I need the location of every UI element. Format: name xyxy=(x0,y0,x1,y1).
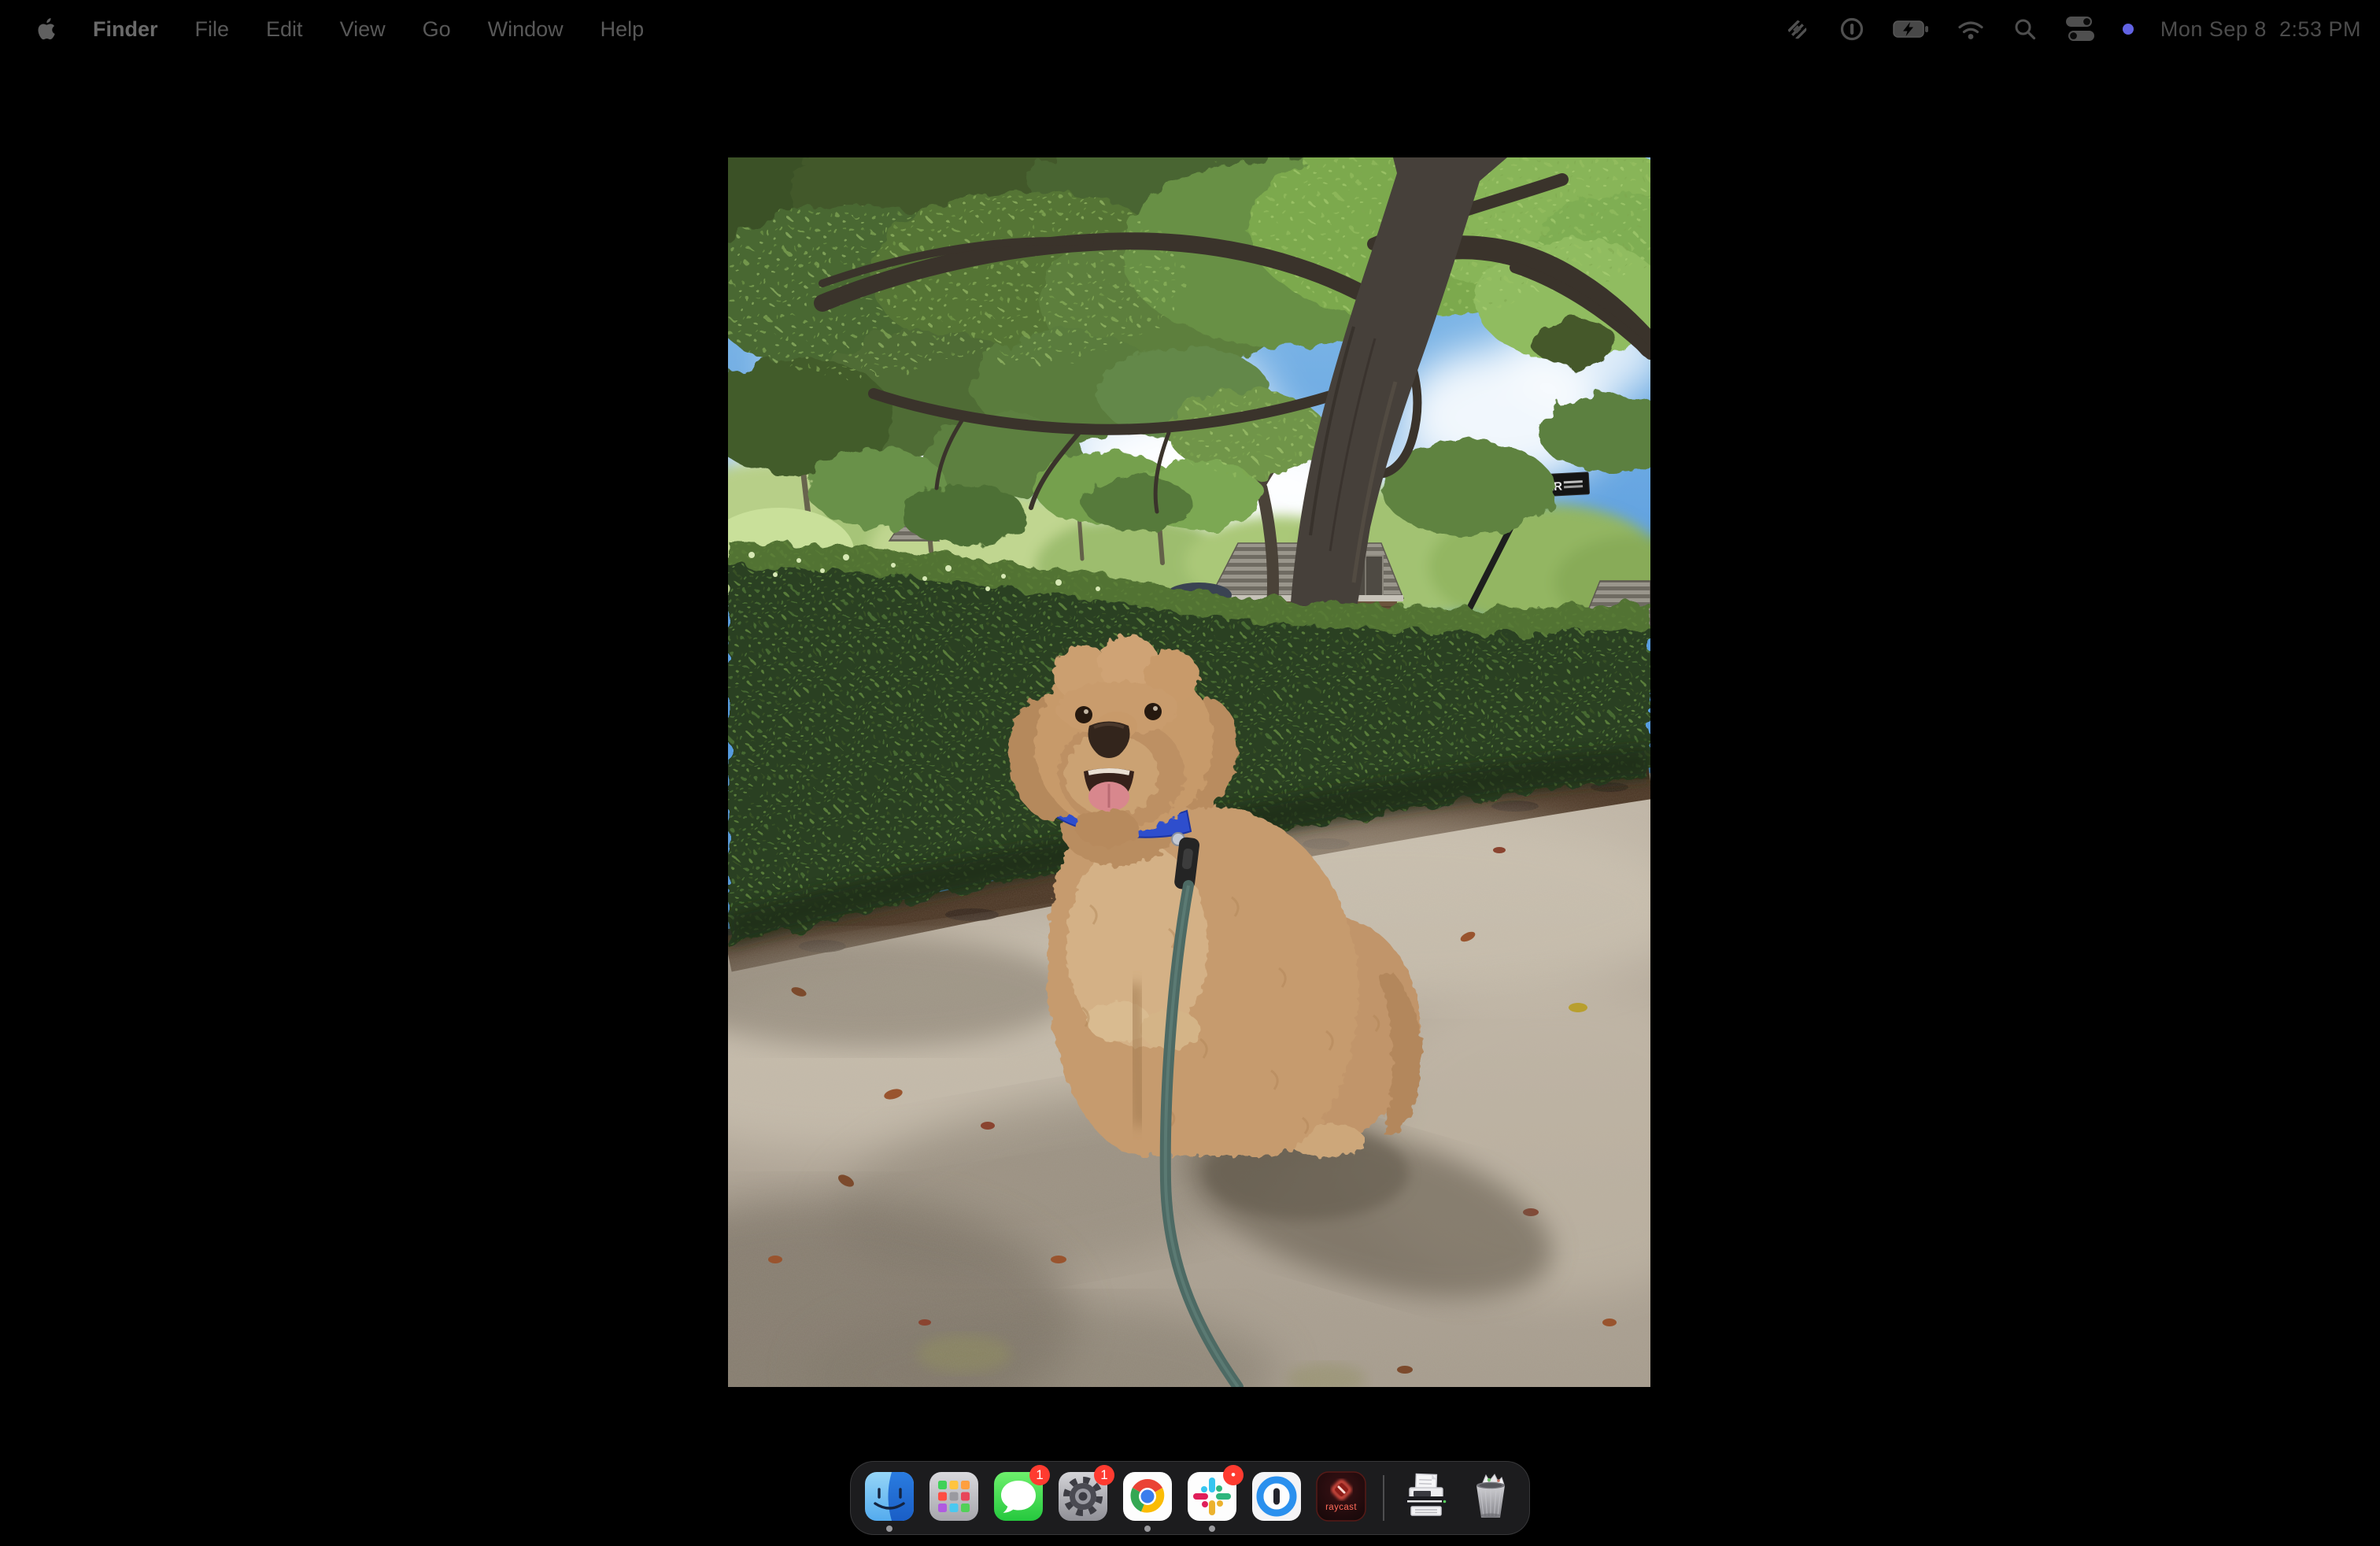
dock-separator xyxy=(1383,1475,1384,1521)
dock-slack-icon[interactable]: • xyxy=(1186,1462,1238,1536)
dock-launchpad-icon[interactable] xyxy=(928,1462,980,1536)
menu-edit[interactable]: Edit xyxy=(266,17,303,42)
menu-clock[interactable]: Mon Sep 8 2:53 PM xyxy=(2160,17,2361,42)
dock-messages-icon[interactable]: 1 xyxy=(992,1462,1044,1536)
messages-badge: 1 xyxy=(1029,1465,1050,1485)
dock-chrome-icon[interactable] xyxy=(1122,1462,1173,1536)
recording-indicator-dot[interactable] xyxy=(2123,24,2134,35)
menu-window[interactable]: Window xyxy=(488,17,564,42)
dock-1password-icon[interactable] xyxy=(1251,1462,1303,1536)
photo-preview: 10TH TER xyxy=(728,157,1650,1387)
menu-status-area: Mon Sep 8 2:53 PM xyxy=(1783,14,2361,44)
striped-capture-icon[interactable] xyxy=(1783,15,1811,43)
apple-menu-icon[interactable] xyxy=(35,15,58,43)
app-menus: Finder File Edit View Go Window Help xyxy=(93,17,644,42)
menu-go[interactable]: Go xyxy=(423,17,451,42)
battery-charging-icon[interactable] xyxy=(1893,16,1929,43)
menu-app-name[interactable]: Finder xyxy=(93,17,158,42)
dock-finder-icon[interactable] xyxy=(863,1462,915,1536)
one-password-menu-icon[interactable] xyxy=(1838,15,1866,43)
chrome-running-dot xyxy=(1144,1526,1151,1532)
dock-printer-icon[interactable] xyxy=(1400,1462,1452,1536)
desktop: Finder File Edit View Go Window Help xyxy=(0,0,2380,1546)
finder-running-dot xyxy=(886,1526,893,1532)
control-center-icon[interactable] xyxy=(2064,14,2096,44)
dock-raycast-icon[interactable]: raycast xyxy=(1315,1462,1367,1536)
menu-help[interactable]: Help xyxy=(601,17,645,42)
slack-badge: • xyxy=(1223,1465,1244,1485)
slack-running-dot xyxy=(1209,1526,1215,1532)
dock-trash-icon[interactable] xyxy=(1465,1462,1517,1536)
menu-file[interactable]: File xyxy=(195,17,230,42)
raycast-wordmark: raycast xyxy=(1315,1503,1367,1512)
wifi-icon[interactable] xyxy=(1956,17,1986,41)
dock: 1 1 xyxy=(850,1461,1530,1535)
menu-bar: Finder File Edit View Go Window Help xyxy=(0,0,2380,58)
spotlight-search-icon[interactable] xyxy=(2012,17,2038,42)
menu-view[interactable]: View xyxy=(340,17,386,42)
settings-badge: 1 xyxy=(1094,1465,1114,1485)
dock-settings-icon[interactable]: 1 xyxy=(1057,1462,1109,1536)
